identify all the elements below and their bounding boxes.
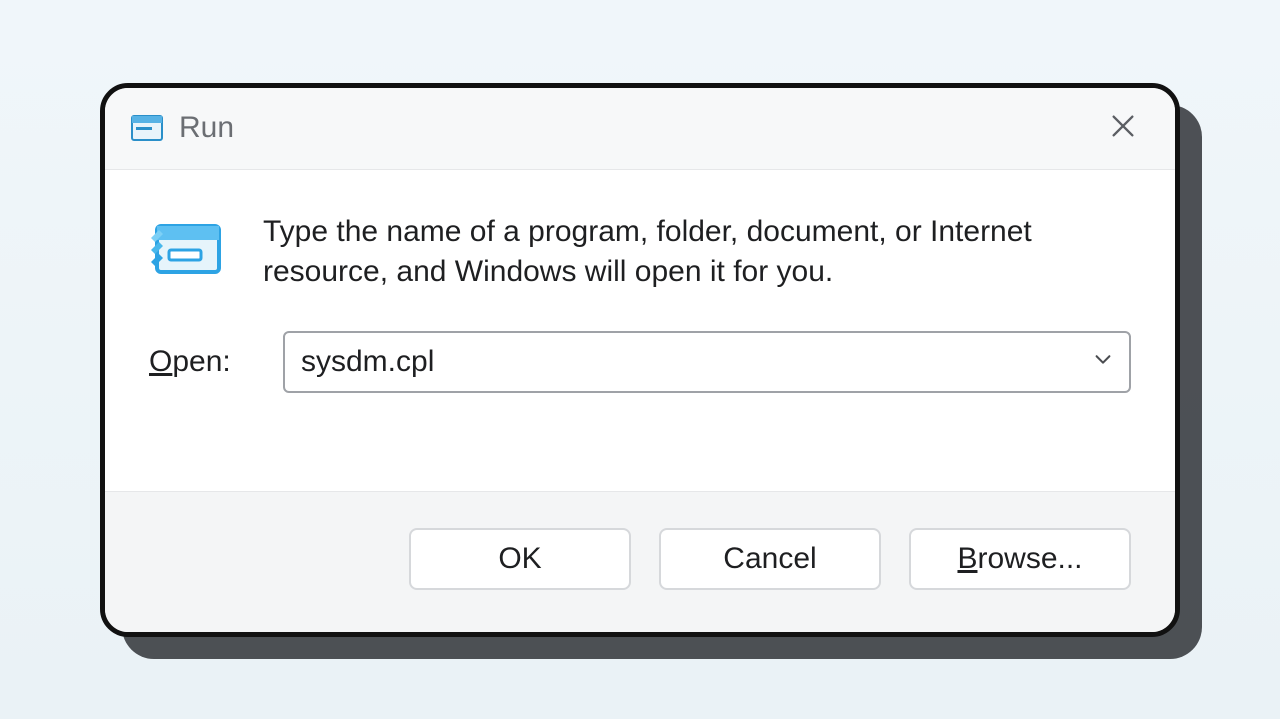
cancel-button-label: Cancel [723, 542, 816, 576]
ok-button-label: OK [498, 542, 541, 576]
ok-button[interactable]: OK [409, 528, 631, 590]
open-label: Open: [149, 345, 283, 379]
dialog-footer: OK Cancel Browse... [105, 491, 1175, 632]
run-dialog: Run [100, 83, 1180, 637]
open-combobox[interactable] [283, 331, 1131, 393]
description-row: Type the name of a program, folder, docu… [149, 212, 1131, 293]
description-text: Type the name of a program, folder, docu… [263, 212, 1131, 293]
run-large-icon [149, 218, 227, 280]
chevron-down-icon [1092, 348, 1114, 375]
run-app-icon [131, 115, 163, 141]
run-dialog-container: Run [100, 83, 1180, 637]
dialog-title: Run [179, 111, 234, 145]
dialog-body: Type the name of a program, folder, docu… [105, 170, 1175, 491]
open-input[interactable] [285, 345, 1077, 379]
browse-button-label: Browse... [957, 542, 1082, 576]
open-row: Open: [149, 331, 1131, 393]
cancel-button[interactable]: Cancel [659, 528, 881, 590]
titlebar: Run [105, 88, 1175, 170]
close-button[interactable] [1101, 106, 1145, 150]
browse-button[interactable]: Browse... [909, 528, 1131, 590]
close-icon [1109, 112, 1137, 145]
open-dropdown-button[interactable] [1077, 348, 1129, 375]
